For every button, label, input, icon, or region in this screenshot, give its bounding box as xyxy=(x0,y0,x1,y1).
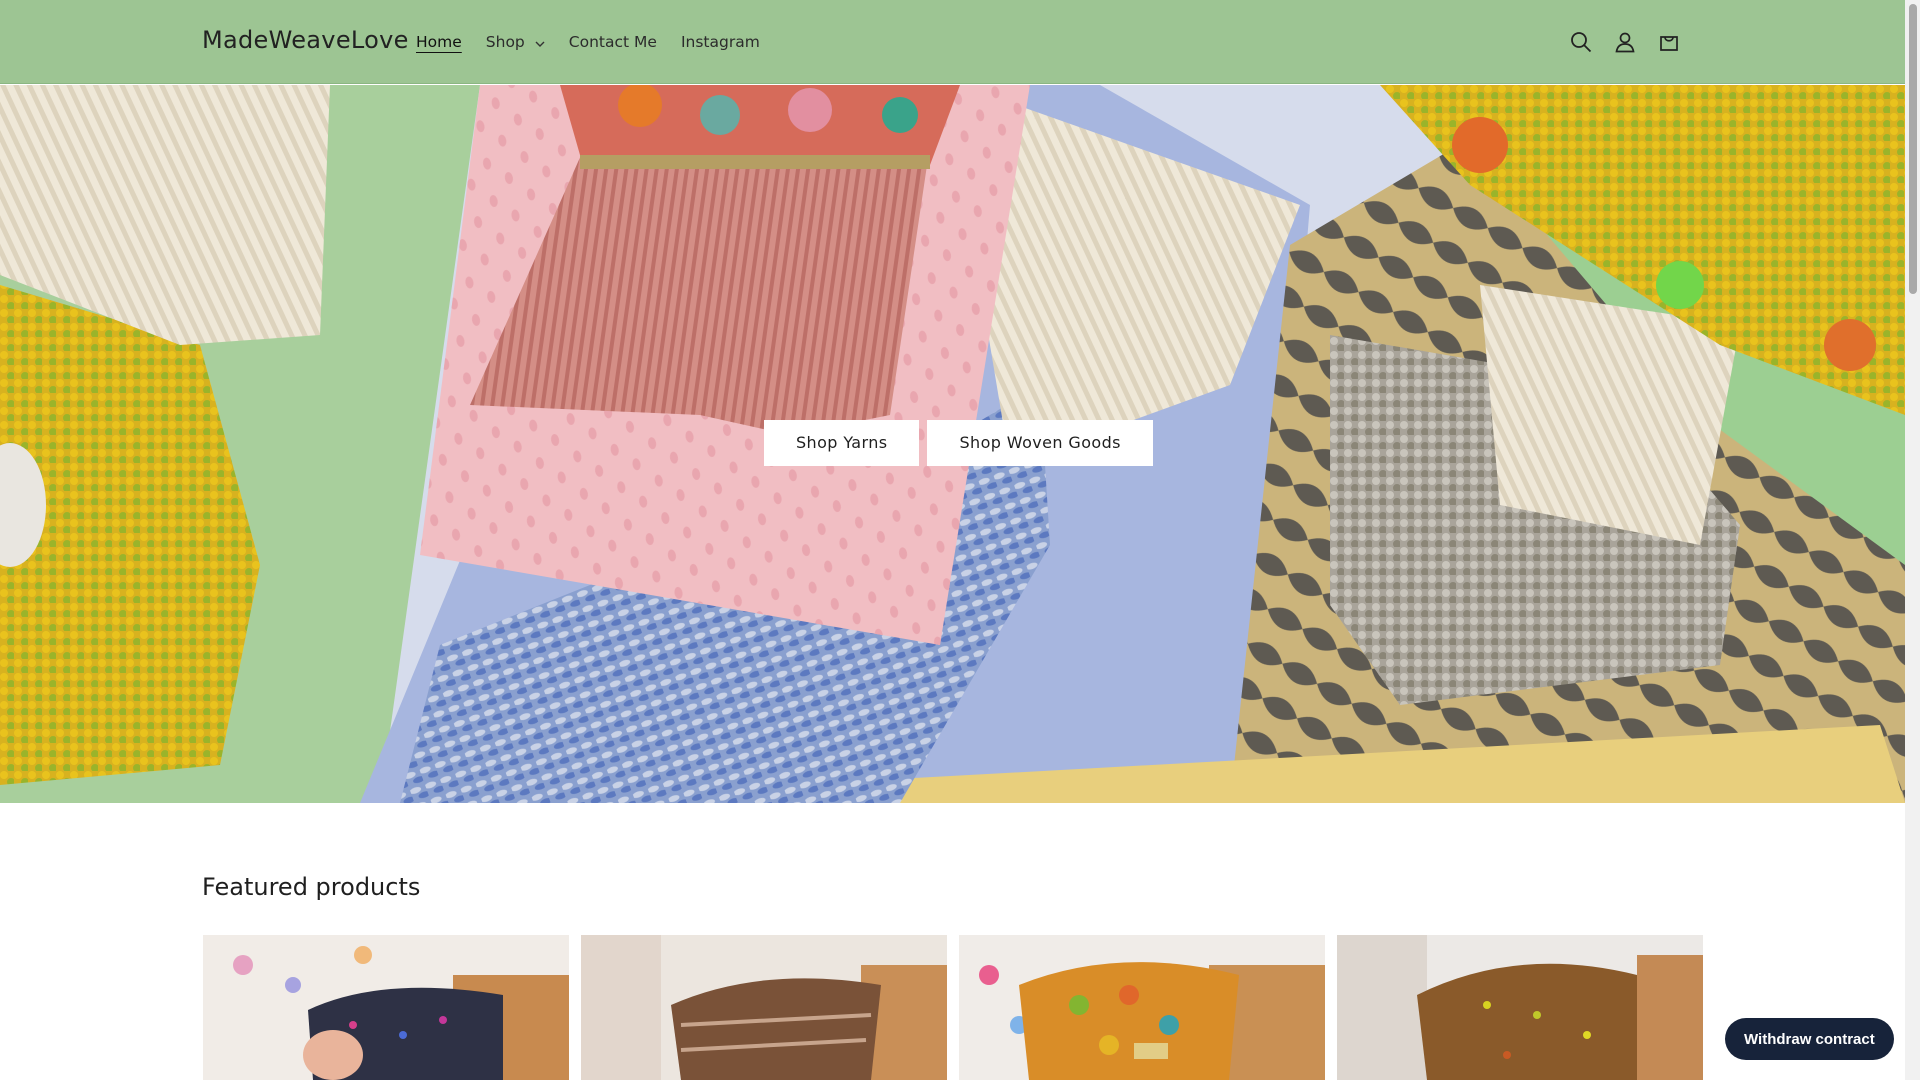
nav-home[interactable]: Home xyxy=(416,33,462,51)
hero-buttons: Shop Yarns Shop Woven Goods xyxy=(764,420,1153,466)
product-image xyxy=(203,935,569,1080)
product-card[interactable] xyxy=(203,935,569,1080)
site-header: MadeWeaveLove Home Shop Contact Me Insta… xyxy=(0,0,1905,84)
header-icons xyxy=(1567,24,1683,60)
shop-woven-goods-button[interactable]: Shop Woven Goods xyxy=(927,420,1153,466)
cart-icon[interactable] xyxy=(1655,24,1683,60)
nav-shop[interactable]: Shop xyxy=(486,33,545,51)
product-image xyxy=(581,935,947,1080)
product-card[interactable] xyxy=(1337,935,1703,1080)
product-card[interactable] xyxy=(959,935,1325,1080)
scroll-thumb[interactable] xyxy=(1909,4,1917,294)
shop-yarns-button[interactable]: Shop Yarns xyxy=(764,420,920,466)
nav-shop-label: Shop xyxy=(485,33,525,51)
account-icon[interactable] xyxy=(1611,24,1639,60)
product-grid xyxy=(203,935,1703,1080)
chevron-down-icon xyxy=(535,33,545,51)
nav-instagram[interactable]: Instagram xyxy=(681,33,760,51)
withdraw-contract-button[interactable]: Withdraw contract xyxy=(1725,1018,1894,1060)
main-nav: Home Shop Contact Me Instagram xyxy=(416,0,784,84)
product-image xyxy=(959,935,1325,1080)
page-scrollbar[interactable] xyxy=(1905,0,1920,1080)
featured-title: Featured products xyxy=(202,873,421,901)
nav-contact[interactable]: Contact Me xyxy=(569,33,657,51)
product-image xyxy=(1337,935,1703,1080)
store-logo[interactable]: MadeWeaveLove xyxy=(202,26,409,54)
search-icon[interactable] xyxy=(1567,24,1595,60)
product-card[interactable] xyxy=(581,935,947,1080)
hero-banner: Shop Yarns Shop Woven Goods xyxy=(0,85,1905,803)
